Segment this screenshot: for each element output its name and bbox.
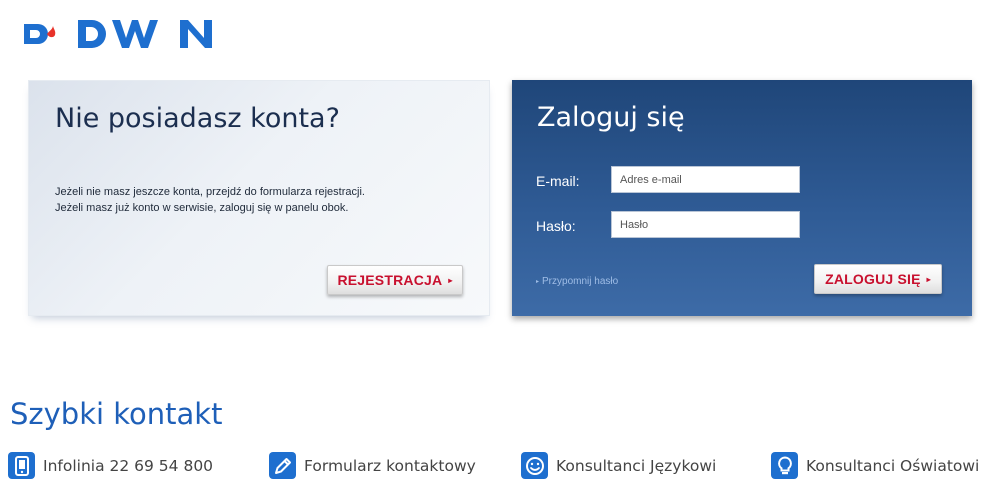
register-info-line-2: Jeżeli masz już konto w serwisie, zalogu… (55, 202, 349, 214)
arrow-right-icon: ▸ (536, 279, 540, 285)
password-label: Hasło: (536, 218, 576, 234)
register-panel-title: Nie posiadasz konta? (55, 103, 340, 134)
email-label: E-mail: (536, 173, 580, 189)
contact-form-label: Formularz kontaktowy (304, 456, 476, 475)
dwn-logo-icon (24, 20, 212, 48)
phone-icon (8, 452, 35, 479)
contact-form[interactable]: Formularz kontaktowy (269, 452, 476, 479)
login-panel: Zaloguj się E-mail: Hasło: ▸ Przypomnij … (512, 80, 972, 316)
contact-education-consultants-label: Konsultanci Oświatowi (806, 456, 980, 475)
remind-password-label: Przypomnij hasło (542, 276, 619, 287)
contact-hotline-label: Infolinia 22 69 54 800 (43, 456, 214, 475)
contact-language-consultants[interactable]: Konsultanci Językowi (521, 452, 716, 479)
remind-password-link[interactable]: ▸ Przypomnij hasło (536, 276, 618, 287)
arrow-right-icon: ▸ (926, 274, 931, 284)
contact-hotline[interactable]: Infolinia 22 69 54 800 (8, 452, 213, 479)
contact-education-consultants[interactable]: Konsultanci Oświatowi (771, 452, 979, 479)
login-panel-title: Zaloguj się (537, 102, 685, 133)
login-button-label: ZALOGUJ SIĘ (825, 271, 921, 287)
contact-language-consultants-label: Konsultanci Językowi (556, 456, 717, 475)
pencil-icon (269, 452, 296, 479)
password-field[interactable] (611, 211, 800, 238)
register-info-text: Jeżeli nie masz jeszcze konta, przejdź d… (55, 184, 365, 216)
lightbulb-icon (771, 452, 798, 479)
arrow-right-icon: ▸ (448, 275, 453, 285)
login-button[interactable]: ZALOGUJ SIĘ ▸ (814, 264, 942, 294)
register-info-line-1: Jeżeli nie masz jeszcze konta, przejdź d… (55, 186, 365, 198)
email-field[interactable] (611, 166, 800, 193)
register-panel: Nie posiadasz konta? Jeżeli nie masz jes… (28, 80, 490, 316)
smiley-icon (521, 452, 548, 479)
quick-contact-title: Szybki kontakt (10, 397, 223, 431)
register-button-label: REJESTRACJA (337, 272, 443, 288)
register-button[interactable]: REJESTRACJA ▸ (327, 265, 463, 295)
dwn-logo[interactable] (20, 14, 252, 54)
